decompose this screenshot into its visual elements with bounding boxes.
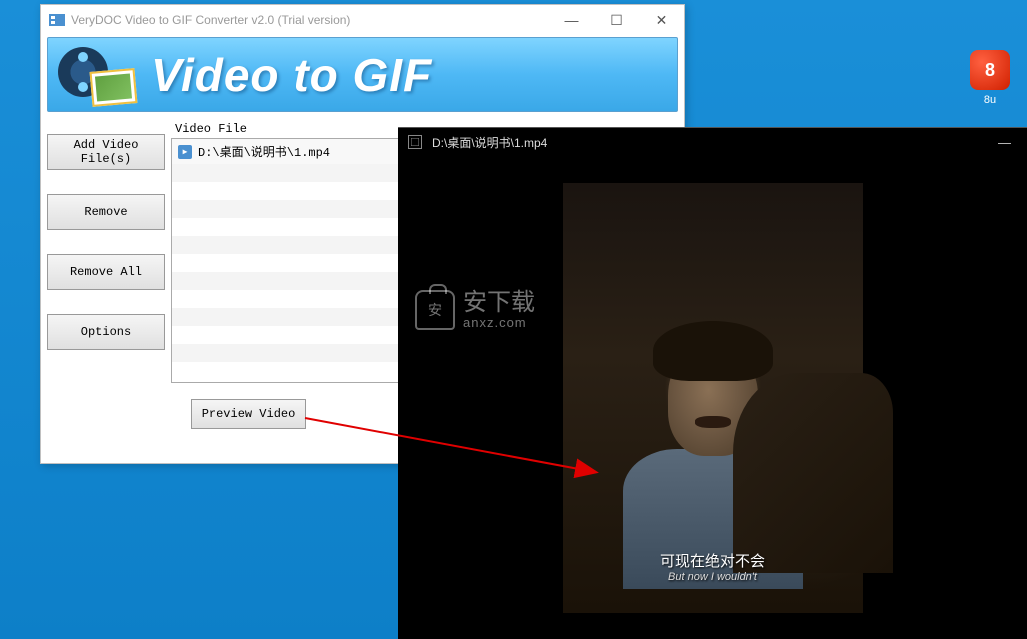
- preview-video-button[interactable]: Preview Video: [191, 399, 306, 429]
- desktop-shortcut-icon: 8: [970, 50, 1010, 90]
- close-button[interactable]: ✕: [639, 5, 684, 35]
- video-playback-area[interactable]: 可现在绝对不会 But now I wouldn't: [398, 156, 1027, 639]
- media-player-icon: [408, 135, 422, 149]
- video-file-icon: ▶: [178, 145, 192, 159]
- watermark-cn: 安下载: [463, 290, 535, 316]
- add-video-files-button[interactable]: Add Video File(s): [47, 134, 165, 170]
- video-frame: 可现在绝对不会 But now I wouldn't: [563, 183, 863, 613]
- app-icon: [49, 12, 65, 28]
- desktop-shortcut[interactable]: 8 8u: [965, 50, 1015, 106]
- preview-minimize-button[interactable]: —: [982, 128, 1027, 156]
- desktop-shortcut-label: 8u: [965, 94, 1015, 106]
- subtitle-en: But now I wouldn't: [563, 571, 863, 583]
- lock-icon: 安: [415, 290, 455, 330]
- watermark-en: anxz.com: [463, 316, 535, 330]
- maximize-button[interactable]: ☐: [594, 5, 639, 35]
- preview-title: D:\桌面\说明书\1.mp4: [432, 134, 547, 151]
- subtitle-cn: 可现在绝对不会: [563, 550, 863, 571]
- minimize-button[interactable]: —: [549, 5, 594, 35]
- app-logo-icon: [56, 45, 136, 105]
- options-button[interactable]: Options: [47, 314, 165, 350]
- remove-button[interactable]: Remove: [47, 194, 165, 230]
- preview-window: D:\桌面\说明书\1.mp4 — 可现在绝对不会 But now I woul…: [398, 127, 1027, 639]
- subtitle-overlay: 可现在绝对不会 But now I wouldn't: [563, 550, 863, 583]
- remove-all-button[interactable]: Remove All: [47, 254, 165, 290]
- sidebar: Add Video File(s) Remove Remove All Opti…: [47, 120, 165, 383]
- banner-title: Video to GIF: [151, 48, 432, 102]
- preview-titlebar[interactable]: D:\桌面\说明书\1.mp4 —: [398, 128, 1027, 156]
- converter-titlebar[interactable]: VeryDOC Video to GIF Converter v2.0 (Tri…: [41, 5, 684, 35]
- converter-title: VeryDOC Video to GIF Converter v2.0 (Tri…: [71, 13, 549, 27]
- preview-window-controls: —: [982, 128, 1027, 156]
- watermark-overlay: 安 安下载 anxz.com: [415, 290, 535, 331]
- converter-window-controls: — ☐ ✕: [549, 5, 684, 35]
- file-path: D:\桌面\说明书\1.mp4: [198, 143, 330, 160]
- app-banner: Video to GIF: [47, 37, 678, 112]
